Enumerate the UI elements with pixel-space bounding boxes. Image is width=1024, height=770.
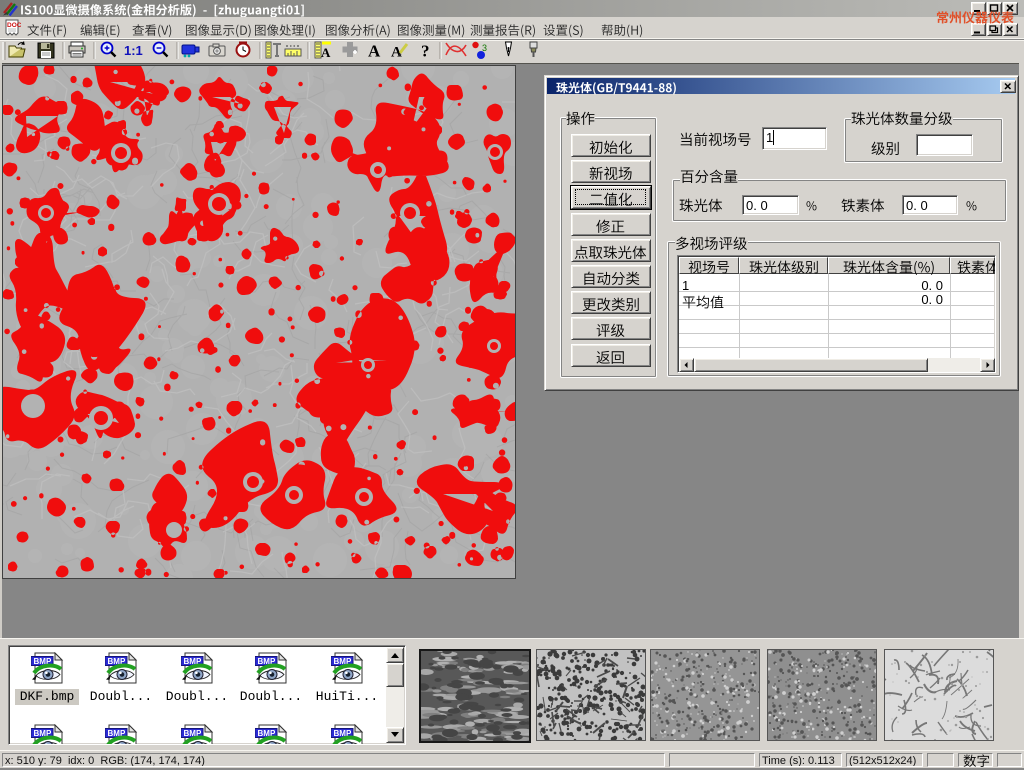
svg-text:1:1: 1:1: [124, 43, 143, 58]
svg-text:A: A: [368, 42, 381, 61]
svg-text:A: A: [321, 45, 331, 60]
svg-text:?: ?: [421, 42, 430, 61]
svg-text:DOC: DOC: [7, 22, 21, 29]
